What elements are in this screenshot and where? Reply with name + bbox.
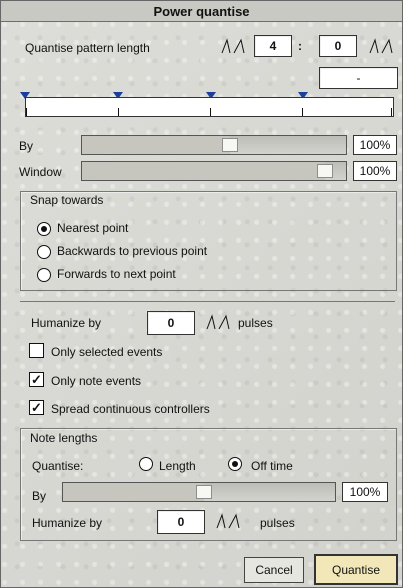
- pattern-right-stepper-icon: [369, 38, 393, 54]
- window-slider-thumb[interactable]: [317, 164, 333, 178]
- ruler-tick: [26, 108, 27, 116]
- by-slider[interactable]: [81, 135, 347, 155]
- note-humanize-stepper-icon: [216, 513, 240, 529]
- note-off-time-label[interactable]: Off time: [251, 459, 293, 473]
- only-note-events-label[interactable]: Only note events: [51, 374, 141, 388]
- humanize-stepper[interactable]: [205, 314, 231, 332]
- window-slider-fill: [82, 162, 325, 180]
- window-title: Power quantise: [153, 3, 250, 19]
- window-value: 100%: [353, 161, 397, 181]
- snap-backwards-radio[interactable]: [37, 245, 51, 259]
- note-humanize-stepper[interactable]: [215, 513, 241, 531]
- humanize-unit: pulses: [238, 316, 273, 330]
- snap-backwards-label[interactable]: Backwards to previous point: [57, 244, 207, 258]
- note-humanize-value-field[interactable]: 0: [157, 510, 205, 534]
- note-by-value: 100%: [342, 482, 388, 502]
- only-note-events-checkbox[interactable]: ✓: [29, 372, 44, 387]
- by-label: By: [19, 139, 34, 153]
- pattern-right-value[interactable]: 0: [319, 35, 357, 57]
- snap-nearest-radio[interactable]: [37, 222, 51, 236]
- pattern-secondary-box[interactable]: -: [319, 67, 398, 89]
- ruler-tick: [391, 108, 392, 116]
- ruler-tick: [118, 108, 119, 116]
- humanize-value-field[interactable]: 0: [147, 311, 195, 335]
- section-divider: [20, 301, 395, 302]
- window-titlebar[interactable]: Power quantise: [1, 1, 402, 22]
- pattern-separator: :: [298, 39, 302, 53]
- note-by-slider-thumb[interactable]: [196, 485, 212, 499]
- note-length-label[interactable]: Length: [159, 459, 196, 473]
- note-quantise-label: Quantise:: [32, 459, 84, 473]
- ruler-tick: [302, 108, 303, 116]
- by-slider-fill: [82, 136, 230, 154]
- window-slider[interactable]: [81, 161, 347, 181]
- quantise-button[interactable]: Quantise: [314, 554, 398, 585]
- note-humanize-unit: pulses: [260, 516, 295, 530]
- note-length-radio[interactable]: [139, 457, 153, 471]
- snap-towards-title: Snap towards: [30, 193, 104, 207]
- snap-forwards-radio[interactable]: [37, 268, 51, 282]
- spread-continuous-controllers-checkbox[interactable]: ✓: [29, 400, 44, 415]
- note-off-time-radio[interactable]: [228, 457, 242, 471]
- by-value: 100%: [353, 135, 397, 155]
- note-lengths-title: Note lengths: [30, 431, 98, 445]
- spread-continuous-controllers-label[interactable]: Spread continuous controllers: [51, 402, 210, 416]
- note-by-label: By: [32, 489, 47, 503]
- humanize-stepper-icon: [206, 314, 230, 330]
- pattern-ruler[interactable]: [25, 97, 394, 117]
- note-by-slider-fill: [63, 483, 204, 501]
- note-by-slider[interactable]: [62, 482, 336, 502]
- pattern-left-stepper-icon: [221, 38, 245, 54]
- quantise-pattern-length-label: Quantise pattern length: [25, 41, 150, 55]
- pattern-right-stepper[interactable]: [368, 38, 394, 56]
- note-humanize-label: Humanize by: [32, 516, 103, 530]
- pattern-left-stepper[interactable]: [220, 38, 246, 56]
- power-quantise-window: Power quantise Quantise pattern length 4…: [0, 0, 403, 588]
- window-label: Window: [19, 165, 62, 179]
- snap-forwards-label[interactable]: Forwards to next point: [57, 267, 176, 281]
- ruler-tick: [210, 108, 211, 116]
- only-selected-events-label[interactable]: Only selected events: [51, 345, 162, 359]
- pattern-left-value[interactable]: 4: [254, 35, 292, 57]
- humanize-label: Humanize by: [31, 316, 102, 330]
- cancel-button[interactable]: Cancel: [244, 557, 304, 583]
- snap-nearest-label[interactable]: Nearest point: [57, 221, 128, 235]
- by-slider-thumb[interactable]: [222, 138, 238, 152]
- only-selected-events-checkbox[interactable]: [29, 343, 44, 358]
